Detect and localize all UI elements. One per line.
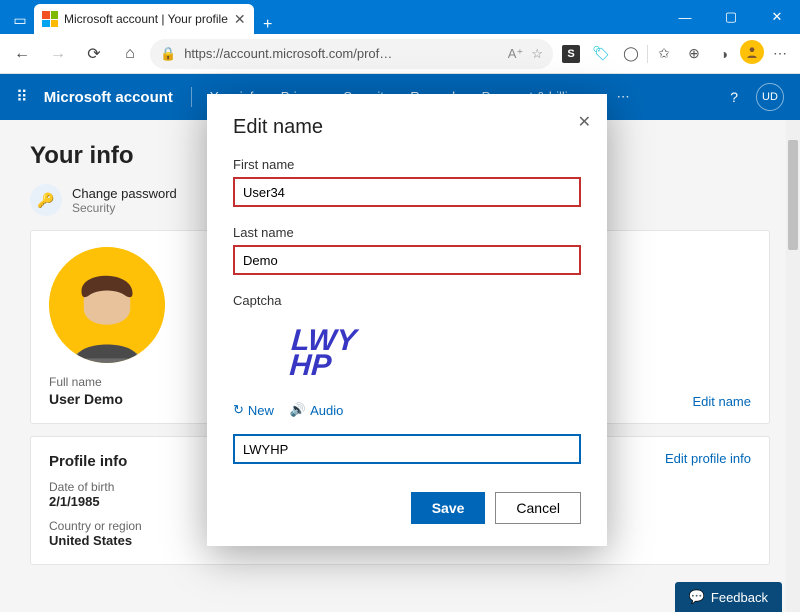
edit-profile-link[interactable]: Edit profile info — [665, 451, 751, 466]
ext-tag-icon[interactable]: 🏷 — [587, 40, 615, 68]
refresh-icon: ↻ — [233, 402, 244, 418]
ms-favicon — [42, 11, 58, 27]
captcha-audio-link[interactable]: 🔊Audio — [290, 402, 343, 418]
edit-name-link[interactable]: Edit name — [692, 394, 751, 409]
extensions: S 🏷 ◯ ✩ ⊕ ◑ ⋯ — [557, 40, 794, 68]
forward-button[interactable]: → — [42, 38, 74, 70]
captcha-links: ↻New 🔊Audio — [233, 402, 581, 418]
nav-more[interactable]: ⋯ — [617, 89, 630, 105]
captcha-label: Captcha — [233, 293, 581, 308]
refresh-button[interactable]: ⟳ — [78, 38, 110, 70]
minimize-button[interactable]: — — [662, 0, 708, 34]
ext-s[interactable]: S — [557, 40, 585, 68]
window-titlebar: ▭ Microsoft account | Your profile ✕ + —… — [0, 0, 800, 34]
scrollbar[interactable] — [786, 120, 800, 612]
close-dialog-button[interactable]: ✕ — [578, 112, 591, 132]
collections-icon[interactable]: ⊕ — [680, 40, 708, 68]
lock-icon: 🔒 — [160, 46, 176, 62]
app-launcher-icon[interactable]: ⠿ — [16, 87, 26, 107]
close-window-button[interactable]: ✕ — [754, 0, 800, 34]
last-name-label: Last name — [233, 225, 581, 240]
dialog-buttons: Save Cancel — [233, 492, 581, 524]
save-button[interactable]: Save — [411, 492, 486, 524]
home-button[interactable]: ⌂ — [114, 38, 146, 70]
audio-icon: 🔊 — [290, 402, 306, 418]
new-tab-button[interactable]: + — [254, 16, 282, 34]
cpw-label: Change password — [72, 186, 177, 201]
cancel-button[interactable]: Cancel — [495, 492, 581, 524]
cpw-sub: Security — [72, 201, 177, 215]
more-icon[interactable]: ⋯ — [766, 40, 794, 68]
favorites-icon[interactable]: ✩ — [650, 40, 678, 68]
header-right: ? UD — [730, 83, 784, 111]
address-bar: ← → ⟳ ⌂ 🔒 https://account.microsoft.com/… — [0, 34, 800, 74]
browser-tab[interactable]: Microsoft account | Your profile ✕ — [34, 4, 254, 34]
user-badge[interactable]: UD — [756, 83, 784, 111]
browser-essentials-icon[interactable]: ◑ — [710, 40, 738, 68]
read-aloud-icon[interactable]: A⁺ — [508, 46, 524, 62]
profile-avatar[interactable] — [740, 40, 764, 64]
feedback-button[interactable]: 💬 Feedback — [675, 582, 782, 612]
tab-title: Microsoft account | Your profile — [64, 12, 228, 26]
divider — [191, 87, 192, 107]
brand[interactable]: Microsoft account — [44, 89, 173, 106]
first-name-input[interactable] — [233, 177, 581, 207]
dialog-title: Edit name — [233, 116, 581, 139]
divider — [647, 45, 648, 63]
first-name-label: First name — [233, 157, 581, 172]
key-icon: 🔑 — [30, 184, 62, 216]
captcha-image: LWYHP — [230, 314, 415, 392]
change-password-text: Change password Security — [72, 186, 177, 215]
url-box[interactable]: 🔒 https://account.microsoft.com/prof… A⁺… — [150, 39, 553, 69]
captcha-new-link[interactable]: ↻New — [233, 402, 274, 418]
scroll-thumb[interactable] — [788, 140, 798, 250]
last-name-input[interactable] — [233, 245, 581, 275]
tab-strip: ▭ Microsoft account | Your profile ✕ + — [0, 0, 282, 34]
edit-name-dialog: Edit name ✕ First name Last name Captcha… — [207, 94, 607, 546]
back-button[interactable]: ← — [6, 38, 38, 70]
chat-icon: 💬 — [689, 589, 705, 605]
ext-ring-icon[interactable]: ◯ — [617, 40, 645, 68]
close-icon[interactable]: ✕ — [234, 11, 246, 28]
captcha-input[interactable] — [233, 434, 581, 464]
url-text: https://account.microsoft.com/prof… — [184, 46, 392, 61]
maximize-button[interactable]: ▢ — [708, 0, 754, 34]
window-controls: — ▢ ✕ — [662, 0, 800, 34]
help-icon[interactable]: ? — [730, 89, 738, 105]
tab-actions-icon[interactable]: ▭ — [6, 6, 34, 34]
profile-picture[interactable] — [49, 247, 165, 363]
favorite-icon[interactable]: ☆ — [531, 46, 543, 62]
